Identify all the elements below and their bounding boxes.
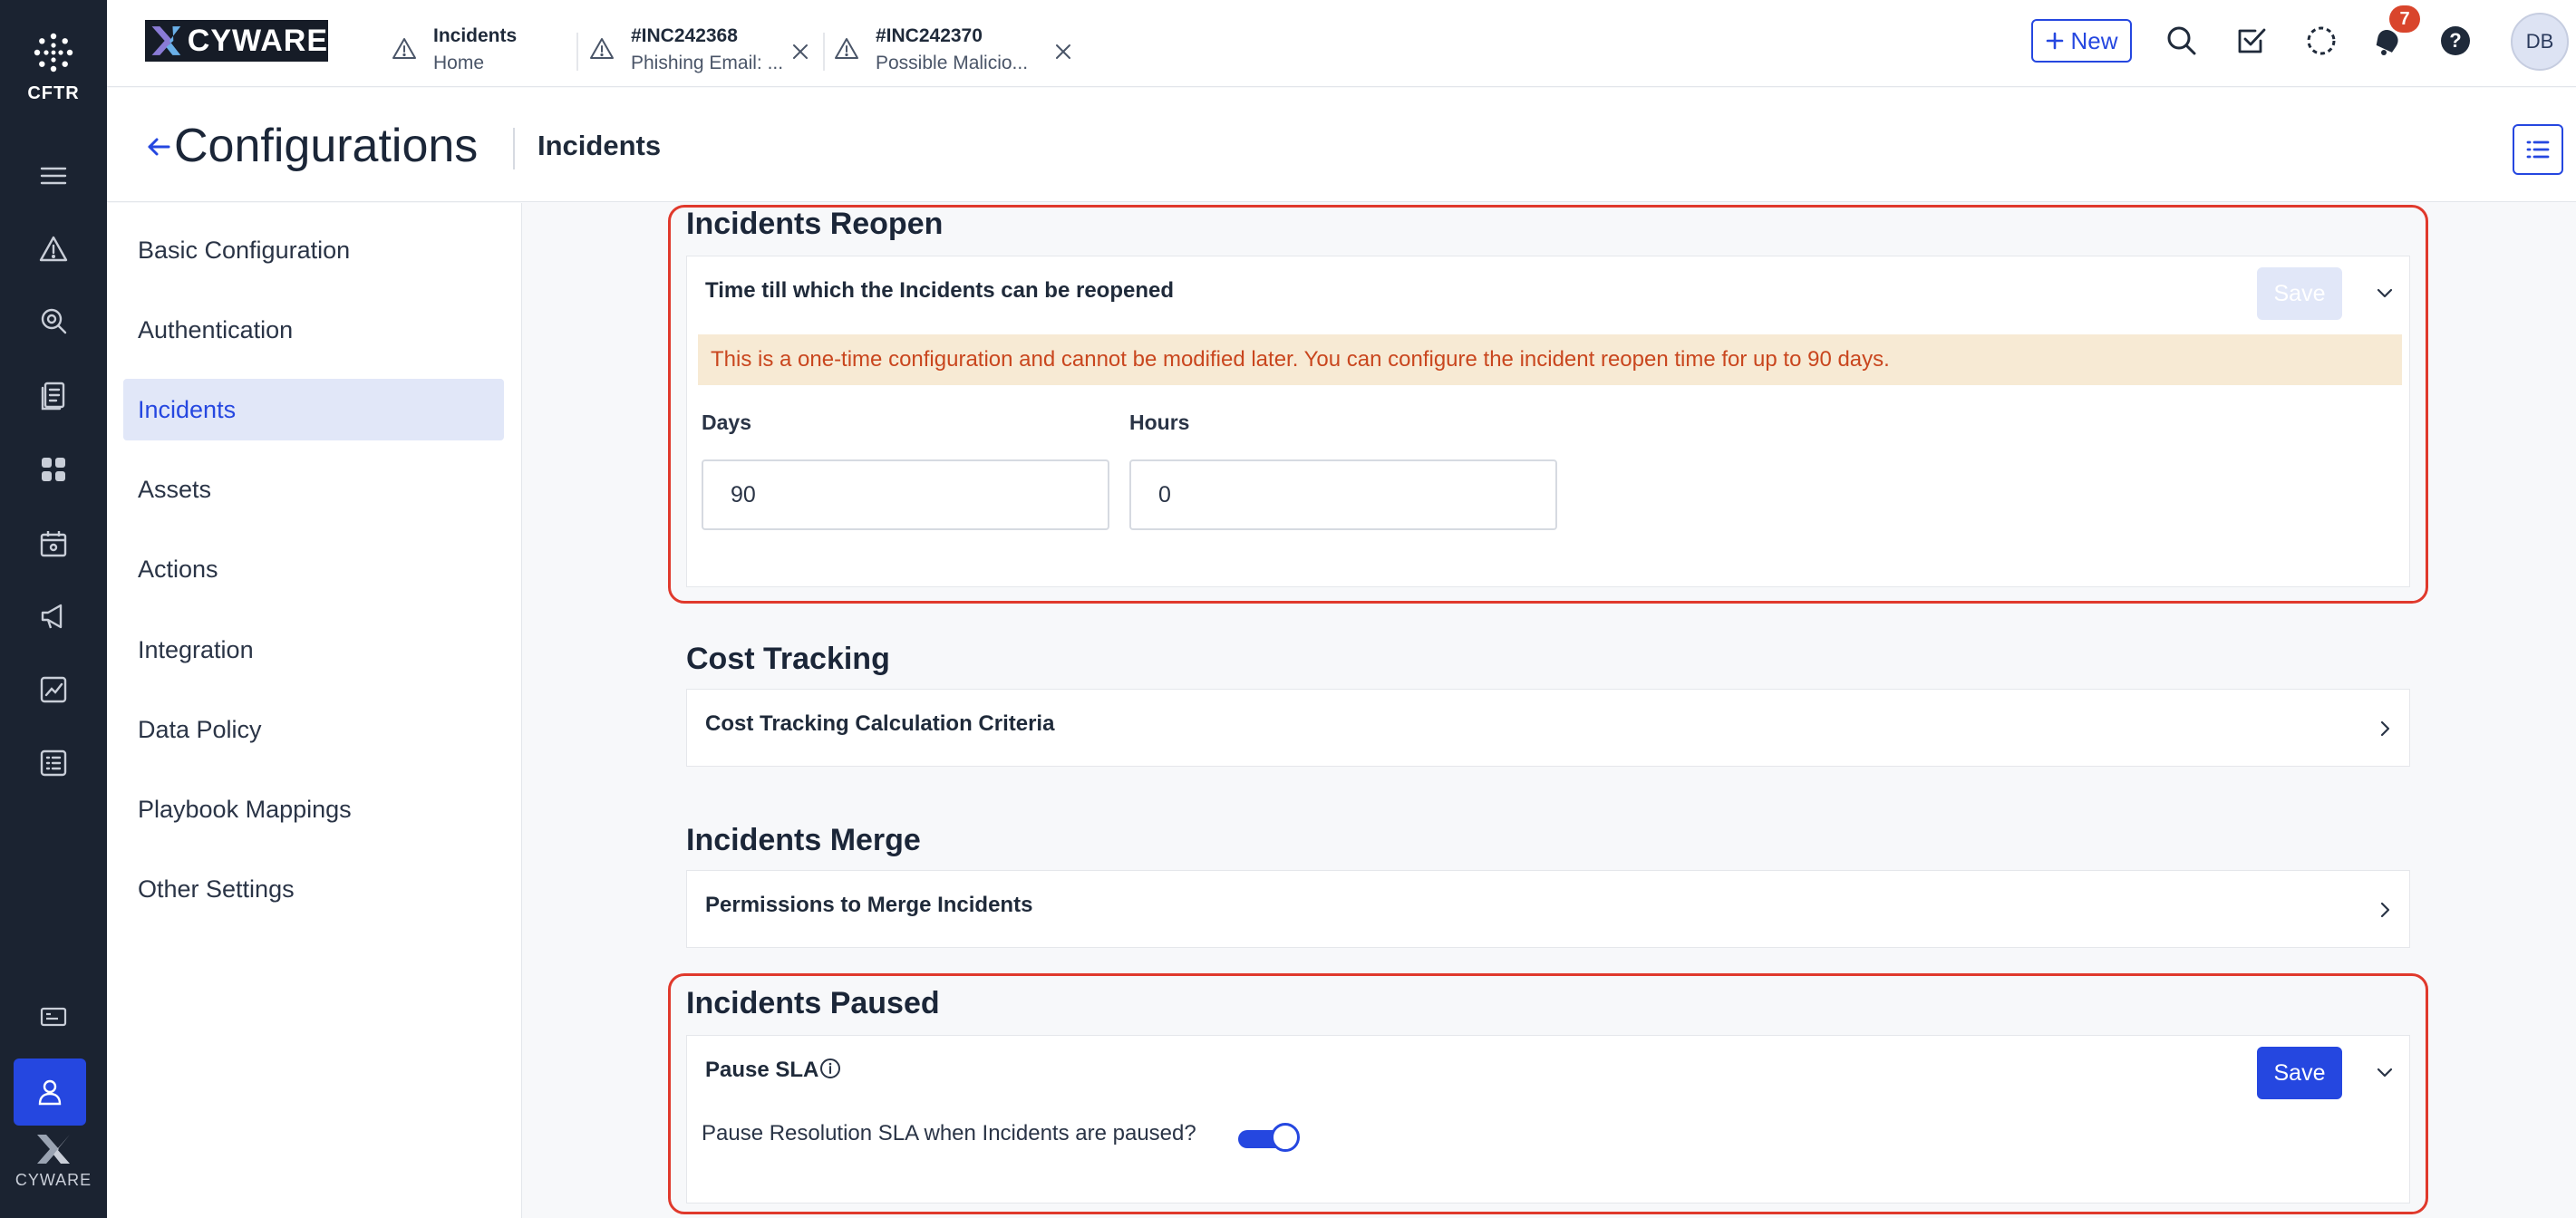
nav-item-basic-configuration[interactable]: Basic Configuration <box>123 219 504 281</box>
title-divider <box>513 128 515 169</box>
cyware-bottom-logo: CYWARE <box>0 1133 107 1190</box>
plus-icon <box>2047 32 2064 50</box>
rail-brand[interactable]: CFTR <box>0 33 107 104</box>
analytics-icon[interactable] <box>30 666 77 713</box>
reports-icon[interactable] <box>30 372 77 419</box>
list-icon <box>2526 140 2550 159</box>
list-view-button[interactable] <box>2513 124 2563 175</box>
page-title: Configurations <box>174 120 479 172</box>
svg-text:?: ? <box>2449 29 2461 52</box>
nav-item-other-settings[interactable]: Other Settings <box>123 858 504 920</box>
nav-item-incidents[interactable]: Incidents <box>123 379 504 440</box>
cyware-brand-logo[interactable]: CYWARE <box>145 20 328 62</box>
paused-highlight-frame <box>668 973 2428 1214</box>
merge-panel[interactable]: Permissions to Merge Incidents <box>686 870 2410 948</box>
user-admin-icon[interactable] <box>14 1058 86 1126</box>
new-button-label: New <box>2070 26 2118 54</box>
cftr-logo-icon <box>34 33 73 72</box>
cyware-bottom-text: CYWARE <box>15 1171 92 1189</box>
left-rail: CFTR CYWARE <box>0 0 107 1218</box>
tab-subtitle: Home <box>433 53 485 73</box>
cost-tracking-panel-label: Cost Tracking Calculation Criteria <box>705 711 1055 736</box>
list-report-icon[interactable] <box>30 740 77 787</box>
tab-title: #INC242368 <box>631 25 738 46</box>
back-arrow-icon[interactable] <box>143 131 174 162</box>
reopen-highlight-frame <box>668 205 2428 604</box>
tab-inc242370[interactable]: #INC242370 Possible Malicio... <box>834 24 1079 74</box>
nav-item-integration[interactable]: Integration <box>123 619 504 681</box>
incidents-warning-icon[interactable] <box>30 226 77 273</box>
rail-brand-text: CFTR <box>27 83 80 103</box>
announcement-icon[interactable] <box>30 593 77 640</box>
merge-panel-label: Permissions to Merge Incidents <box>705 893 1033 917</box>
tab-subtitle: Possible Malicio... <box>876 53 1029 73</box>
nav-item-actions[interactable]: Actions <box>123 538 504 600</box>
cost-tracking-panel[interactable]: Cost Tracking Calculation Criteria <box>686 689 2410 767</box>
warning-icon <box>835 38 858 59</box>
new-button[interactable]: New <box>2031 19 2132 63</box>
tasks-check-icon[interactable] <box>2232 22 2271 60</box>
cyware-x-icon <box>37 1135 70 1164</box>
section-title-cost-tracking: Cost Tracking <box>686 642 890 676</box>
nav-item-assets[interactable]: Assets <box>123 459 504 520</box>
top-header: CYWARE Incidents Home #INC242368 Phishin… <box>107 0 2576 87</box>
warning-icon <box>392 38 416 59</box>
tab-title: Incidents <box>433 25 518 46</box>
nav-item-playbook-mappings[interactable]: Playbook Mappings <box>123 778 504 840</box>
section-title-incidents-merge: Incidents Merge <box>686 823 921 857</box>
user-avatar[interactable]: DB <box>2511 13 2569 71</box>
loading-spinner-icon[interactable] <box>2302 22 2340 60</box>
search-icon[interactable] <box>2163 22 2201 60</box>
page-title-bar: Configurations Incidents <box>107 88 2576 202</box>
calendar-icon[interactable] <box>30 520 77 567</box>
chevron-right-icon[interactable] <box>2375 719 2395 739</box>
config-nav: Basic Configuration Authentication Incid… <box>107 203 522 1218</box>
tab-incidents-home[interactable]: Incidents Home <box>392 24 573 74</box>
nav-item-authentication[interactable]: Authentication <box>123 299 504 361</box>
dashboard-grid-icon[interactable] <box>30 446 77 493</box>
notification-count-badge: 7 <box>2389 5 2420 33</box>
tab-inc242368[interactable]: #INC242368 Phishing Email: ... <box>589 24 816 74</box>
menu-icon[interactable] <box>30 152 77 199</box>
tab-subtitle: Phishing Email: ... <box>631 53 784 73</box>
close-tab-icon[interactable] <box>790 42 810 62</box>
warning-icon <box>590 38 614 59</box>
page-subtitle: Incidents <box>537 130 662 161</box>
chevron-right-icon[interactable] <box>2375 900 2395 920</box>
threat-search-icon[interactable] <box>30 297 77 344</box>
tab-divider <box>576 33 578 71</box>
help-icon[interactable]: ? <box>2436 22 2474 60</box>
console-icon[interactable] <box>30 993 77 1040</box>
tab-divider <box>823 33 825 71</box>
cyware-logo-icon <box>151 26 181 55</box>
tab-title: #INC242370 <box>876 25 983 46</box>
brand-text: CYWARE <box>187 23 328 58</box>
close-tab-icon[interactable] <box>1053 42 1073 62</box>
nav-item-data-policy[interactable]: Data Policy <box>123 699 504 760</box>
